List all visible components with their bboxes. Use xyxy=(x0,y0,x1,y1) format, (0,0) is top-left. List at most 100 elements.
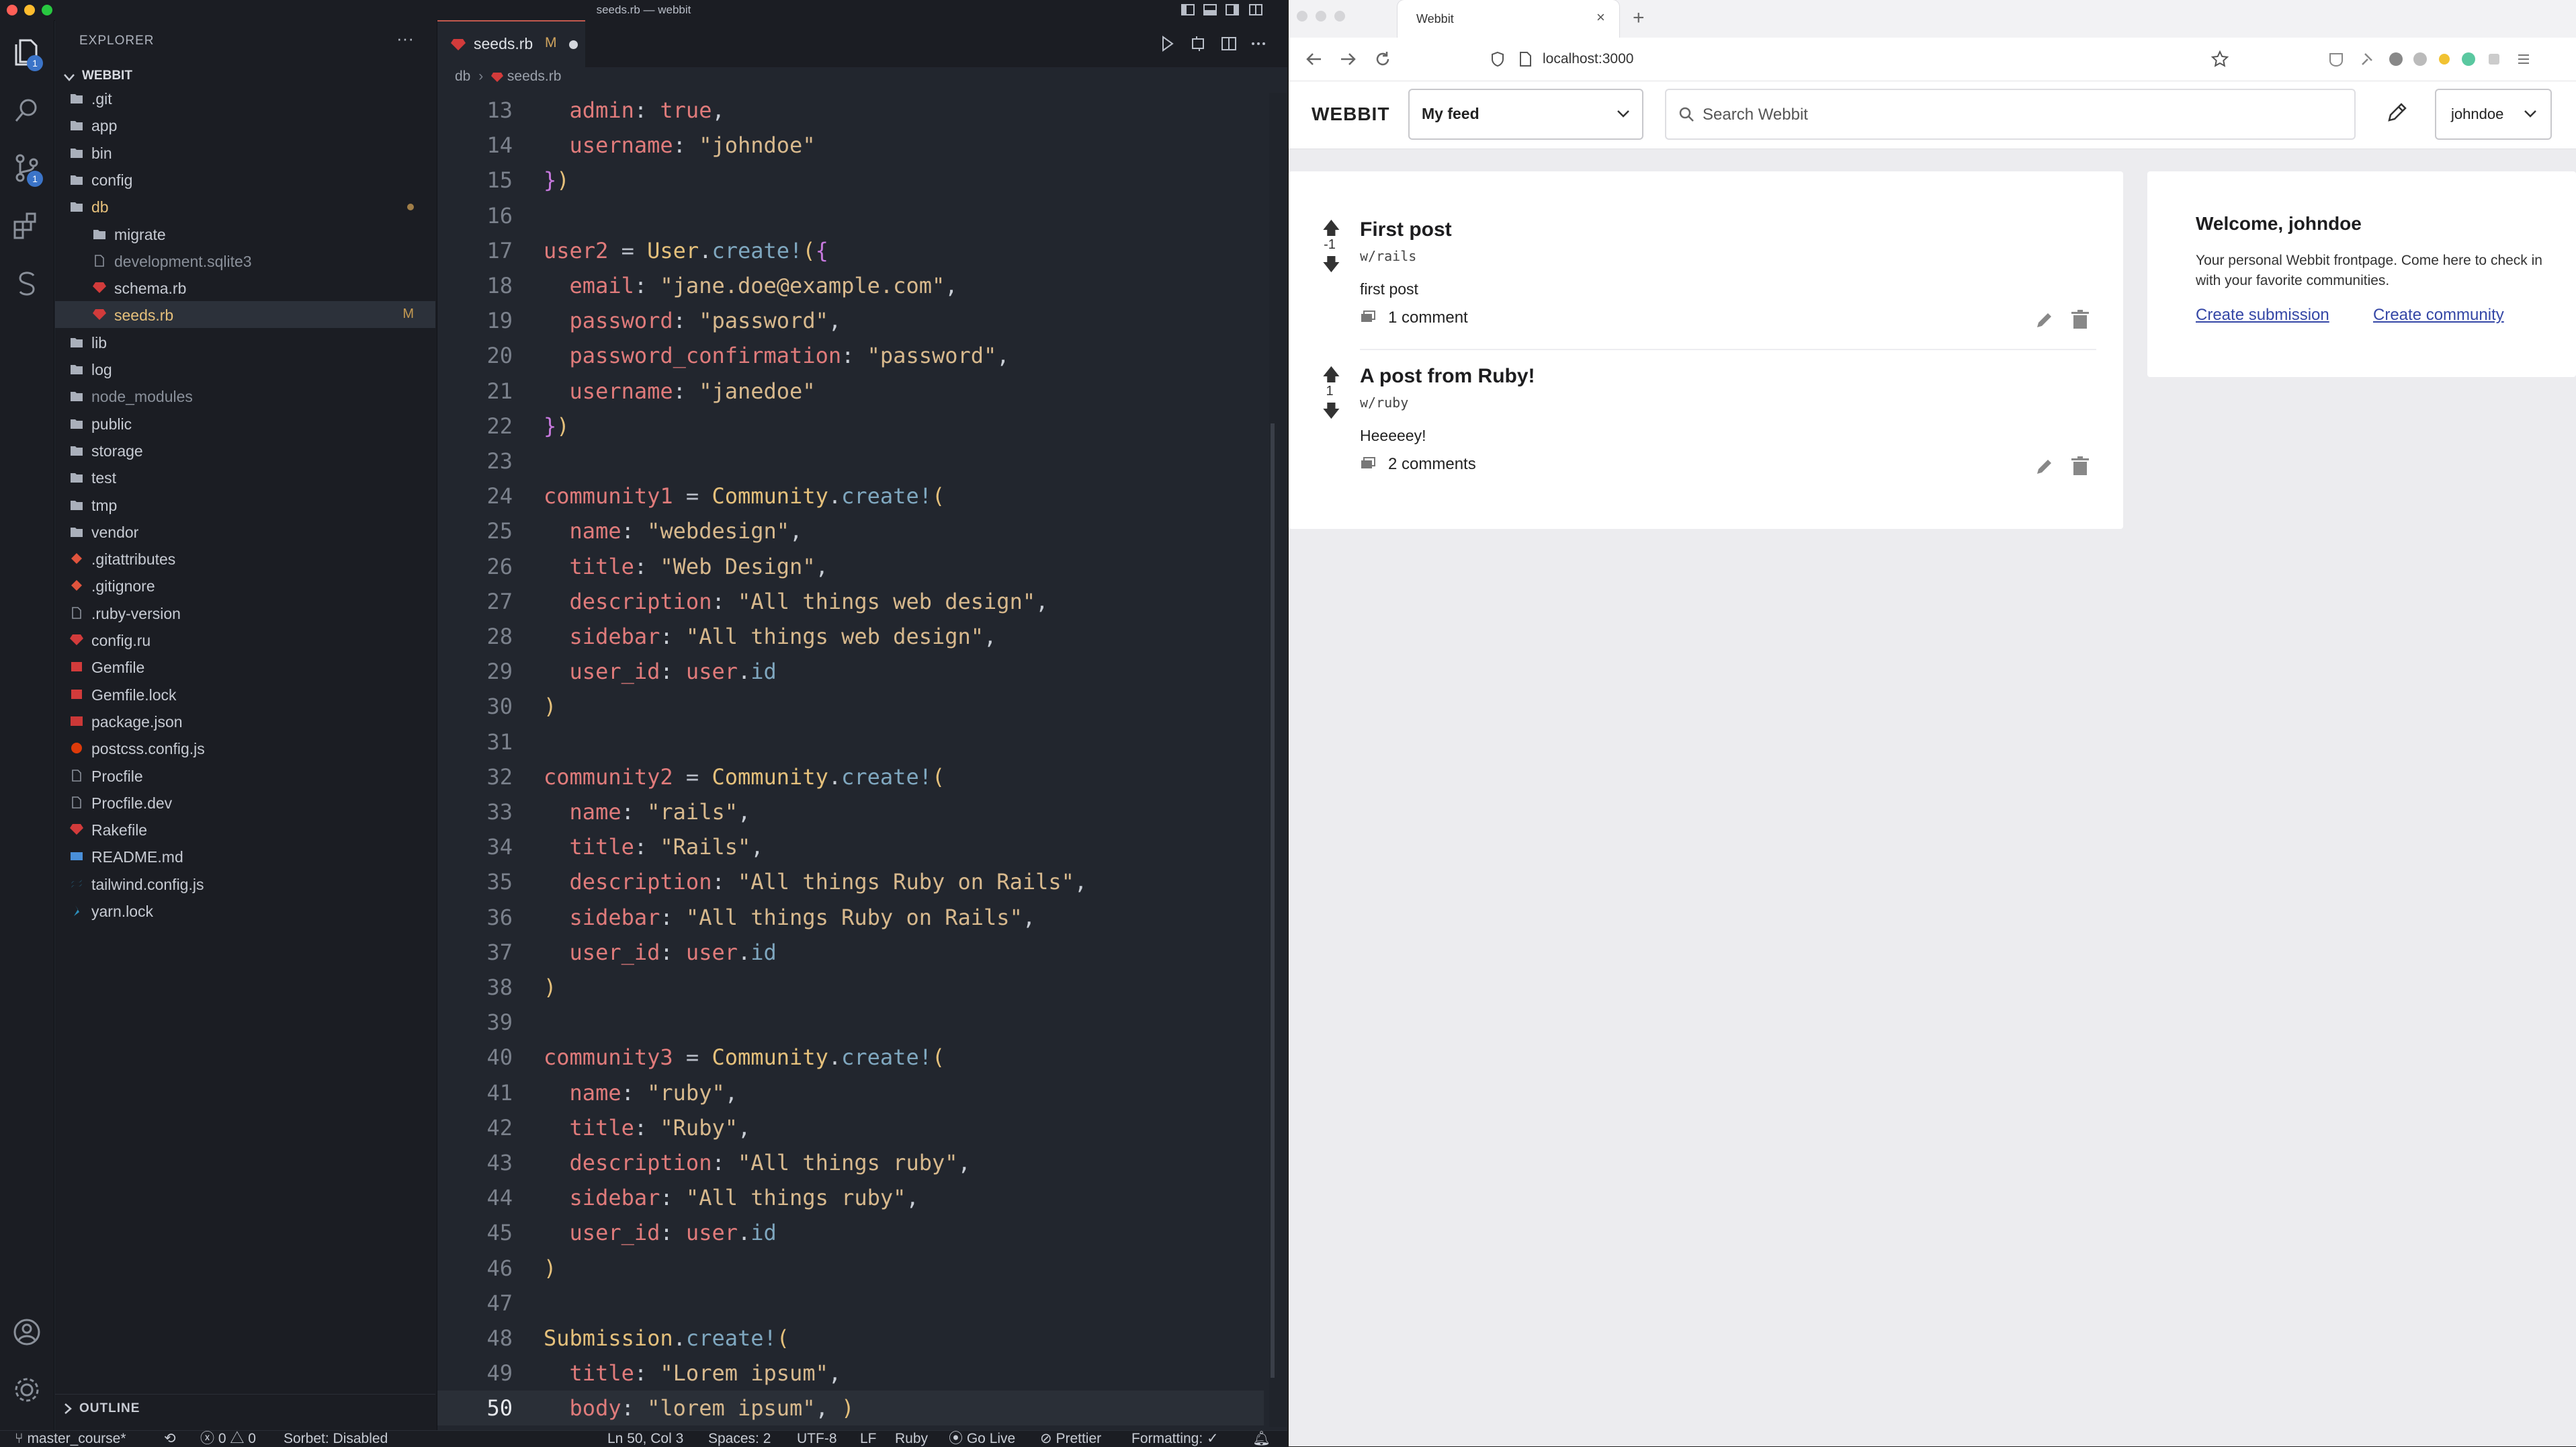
tree-item-yarn-lock[interactable]: yarn.lock xyxy=(55,897,435,924)
tree-item-tmp[interactable]: tmp xyxy=(55,491,435,518)
branch-status[interactable]: ⑂ master_course* xyxy=(15,1431,126,1447)
code-line[interactable]: 36 sidebar: "All things Ruby on Rails", xyxy=(437,900,1264,935)
language-mode[interactable]: Ruby xyxy=(895,1431,928,1447)
code-line[interactable]: 21 username: "janedoe" xyxy=(437,374,1264,409)
code-line[interactable]: 46) xyxy=(437,1251,1264,1286)
tree-item-config-ru[interactable]: config.ru xyxy=(55,626,435,653)
chevron-down-icon[interactable] xyxy=(63,73,75,82)
tree-item-lib[interactable]: lib xyxy=(55,329,435,356)
breadcrumb-file[interactable]: seeds.rb xyxy=(507,69,562,84)
post-title[interactable]: A post from Ruby! xyxy=(1360,365,1535,388)
sorbet-icon[interactable] xyxy=(11,267,43,300)
code-line[interactable]: 49 title: "Lorem ipsum", xyxy=(437,1356,1264,1391)
code-line[interactable]: 50 body: "lorem ipsum", ) xyxy=(437,1391,1264,1426)
tree-item-development-sqlite3[interactable]: development.sqlite3 xyxy=(55,247,435,274)
webbit-logo[interactable]: WEBBIT xyxy=(1312,104,1389,125)
code-line[interactable]: 22}) xyxy=(437,409,1264,444)
explorer-more-button[interactable]: ··· xyxy=(396,28,414,49)
code-line[interactable]: 28 sidebar: "All things web design", xyxy=(437,619,1264,654)
create-community-link[interactable]: Create community xyxy=(2373,306,2504,325)
code-line[interactable]: 18 email: "jane.doe@example.com", xyxy=(437,268,1264,303)
tree-item-log[interactable]: log xyxy=(55,356,435,382)
problems-status[interactable]: ⓧ 0 △ 0 xyxy=(200,1431,256,1447)
page-icon[interactable] xyxy=(1518,51,1532,67)
eol-status[interactable]: LF xyxy=(860,1431,877,1447)
code-line[interactable]: 39 xyxy=(437,1005,1264,1040)
code-line[interactable]: 37 user_id: user.id xyxy=(437,935,1264,970)
code-line[interactable]: 38) xyxy=(437,970,1264,1005)
encoding-status[interactable]: UTF-8 xyxy=(797,1431,837,1447)
tree-item-app[interactable]: app xyxy=(55,112,435,138)
code-line[interactable]: 44 sidebar: "All things ruby", xyxy=(437,1180,1264,1215)
code-line[interactable]: 29 user_id: user.id xyxy=(437,654,1264,689)
post-comments-link[interactable]: 1 comment xyxy=(1388,308,1468,327)
tree-item-gitignore[interactable]: .gitignore xyxy=(55,572,435,599)
go-live-button[interactable]: ⦿ Go Live xyxy=(949,1431,1015,1447)
outline-section[interactable]: OUTLINE xyxy=(55,1394,435,1421)
code-line[interactable]: 41 name: "ruby", xyxy=(437,1075,1264,1110)
code-line[interactable]: 48 Submission.create!( xyxy=(437,1321,1264,1356)
delete-trash-icon[interactable] xyxy=(2071,310,2090,330)
editor-actions-icon[interactable] xyxy=(1158,35,1279,52)
sorbet-status[interactable]: Sorbet: Disabled xyxy=(284,1431,388,1447)
code-line[interactable]: 33 name: "rails", xyxy=(437,794,1264,829)
code-line[interactable]: 47 xyxy=(437,1286,1264,1321)
tree-item-ruby-version[interactable]: .ruby-version xyxy=(55,600,435,626)
tree-item-tailwind-config-js[interactable]: tailwind.config.js xyxy=(55,870,435,897)
account-icon[interactable] xyxy=(11,1316,43,1348)
delete-trash-icon[interactable] xyxy=(2071,456,2090,477)
tree-item-node-modules[interactable]: node_modules xyxy=(55,382,435,409)
post-title[interactable]: First post xyxy=(1360,218,1452,241)
code-line[interactable]: 43 description: "All things ruby", xyxy=(437,1145,1264,1180)
code-line[interactable]: 32 community2 = Community.create!( xyxy=(437,759,1264,794)
tree-item-rakefile[interactable]: Rakefile xyxy=(55,816,435,843)
search-input[interactable]: Search Webbit xyxy=(1665,89,2356,140)
post-community[interactable]: w/ruby xyxy=(1360,395,1408,411)
sync-icon[interactable]: ⟲ xyxy=(164,1431,176,1447)
code-line[interactable]: 20 password_confirmation: "password", xyxy=(437,338,1264,373)
code-line[interactable]: 40 community3 = Community.create!( xyxy=(437,1040,1264,1075)
code-line[interactable]: 23 xyxy=(437,444,1264,479)
post-community[interactable]: w/rails xyxy=(1360,248,1416,264)
tab-close-icon[interactable]: × xyxy=(1596,9,1605,26)
tree-item-storage[interactable]: storage xyxy=(55,437,435,464)
edit-pencil-icon[interactable] xyxy=(2034,310,2055,330)
feed-select[interactable]: My feed xyxy=(1408,89,1643,140)
url-bar[interactable]: localhost:3000 xyxy=(1543,51,1633,67)
extensions-toolbar-icon[interactable] xyxy=(2327,50,2542,69)
tree-item-public[interactable]: public xyxy=(55,410,435,437)
tree-item-migrate[interactable]: migrate xyxy=(55,220,435,247)
code-line[interactable]: 42 title: "Ruby", xyxy=(437,1110,1264,1145)
layout-controls-icon[interactable] xyxy=(1181,4,1282,16)
code-line[interactable]: 14 username: "johndoe" xyxy=(437,128,1264,163)
tree-item-config[interactable]: config xyxy=(55,166,435,193)
tree-item-schema-rb[interactable]: schema.rb xyxy=(55,274,435,301)
unsaved-dot-icon[interactable] xyxy=(569,40,578,49)
code-line[interactable]: 26 title: "Web Design", xyxy=(437,549,1264,584)
minimize-window-button[interactable] xyxy=(1316,11,1326,22)
search-icon[interactable] xyxy=(11,94,43,126)
tree-item-test[interactable]: test xyxy=(55,464,435,491)
tree-item-package-json[interactable]: package.json xyxy=(55,708,435,735)
tab-seeds-rb[interactable]: seeds.rb M xyxy=(437,20,585,69)
code-line[interactable]: 45 user_id: user.id xyxy=(437,1215,1264,1250)
tree-item-procfile[interactable]: Procfile xyxy=(55,762,435,789)
maximize-window-button[interactable] xyxy=(1334,11,1345,22)
code-line[interactable]: 15}) xyxy=(437,163,1264,198)
tree-item-readme-md[interactable]: README.md xyxy=(55,843,435,870)
downvote-arrow-icon[interactable]: 🡇 xyxy=(1322,399,1340,428)
back-arrow-icon[interactable] xyxy=(1305,51,1324,67)
bookmark-star-icon[interactable] xyxy=(2210,50,2229,69)
browser-tab-webbit[interactable]: Webbit × xyxy=(1398,0,1619,38)
create-submission-link[interactable]: Create submission xyxy=(2196,306,2329,325)
forward-arrow-icon[interactable] xyxy=(1338,51,1357,67)
editor-scroll-thumb[interactable] xyxy=(1271,423,1275,1378)
notifications-bell-icon[interactable]: 🔔︎ xyxy=(1252,1431,1271,1447)
tree-item-gitattributes[interactable]: .gitattributes xyxy=(55,545,435,572)
code-line[interactable]: 35 description: "All things Ruby on Rail… xyxy=(437,864,1264,899)
code-line[interactable]: 31 xyxy=(437,725,1264,759)
shield-icon[interactable] xyxy=(1490,51,1505,67)
close-window-button[interactable] xyxy=(1297,11,1307,22)
edit-pencil-icon[interactable] xyxy=(2034,456,2055,477)
settings-gear-icon[interactable] xyxy=(11,1374,43,1406)
